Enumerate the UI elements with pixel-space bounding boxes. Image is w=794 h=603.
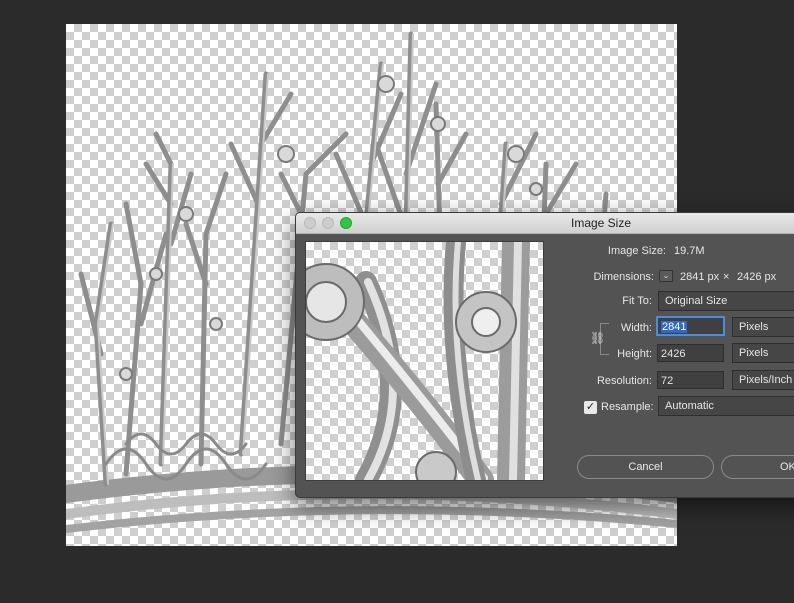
width-label: Width:	[620, 322, 652, 334]
fit-to-label: Fit To:	[622, 295, 652, 307]
height-unit-dropdown[interactable]: Pixels	[732, 343, 794, 363]
height-label: Height:	[617, 348, 652, 360]
resample-value: Automatic	[665, 400, 714, 412]
checkmark-icon: ✓	[585, 401, 596, 413]
dimensions-height: 2426 px	[737, 271, 777, 283]
resolution-label: Resolution:	[596, 375, 652, 387]
dimensions-label: Dimensions:	[593, 271, 654, 283]
width-value: 2841	[661, 321, 688, 333]
resolution-value: 72	[661, 375, 674, 387]
resolution-unit: Pixels/Inch	[739, 374, 793, 386]
dimensions-separator: ×	[723, 271, 730, 283]
dialog-titlebar[interactable]: Image Size	[296, 213, 794, 234]
image-size-value: 19.7M	[674, 245, 705, 257]
preview-closeup	[306, 242, 530, 480]
width-input[interactable]: 2841	[657, 317, 724, 335]
fit-to-dropdown[interactable]: Original Size	[658, 291, 794, 311]
image-preview[interactable]	[305, 241, 544, 481]
image-size-dialog: Image Size Image Size: 19.7M Dimensions:…	[295, 212, 794, 498]
ok-button[interactable]: OK	[721, 455, 794, 479]
fit-to-value: Original Size	[665, 295, 728, 307]
resample-dropdown[interactable]: Automatic	[658, 396, 794, 416]
image-size-label: Image Size:	[607, 245, 666, 257]
ok-label: OK	[780, 461, 794, 473]
resample-label: Resample:	[601, 401, 654, 413]
resolution-unit-dropdown[interactable]: Pixels/Inch	[732, 370, 794, 390]
dialog-title: Image Size	[570, 216, 632, 230]
chevron-down-icon[interactable]: ⌄	[659, 270, 673, 282]
dimensions-width: 2841 px	[680, 271, 720, 283]
resolution-input[interactable]: 72	[657, 371, 724, 389]
height-value: 2426	[661, 348, 686, 360]
width-unit-dropdown[interactable]: Pixels	[732, 317, 794, 337]
cancel-label: Cancel	[628, 461, 663, 473]
resample-checkbox[interactable]: ✓	[584, 401, 597, 414]
width-unit: Pixels	[739, 321, 769, 333]
height-unit: Pixels	[739, 347, 769, 359]
height-input[interactable]: 2426	[657, 344, 724, 362]
cancel-button[interactable]: Cancel	[577, 455, 714, 479]
